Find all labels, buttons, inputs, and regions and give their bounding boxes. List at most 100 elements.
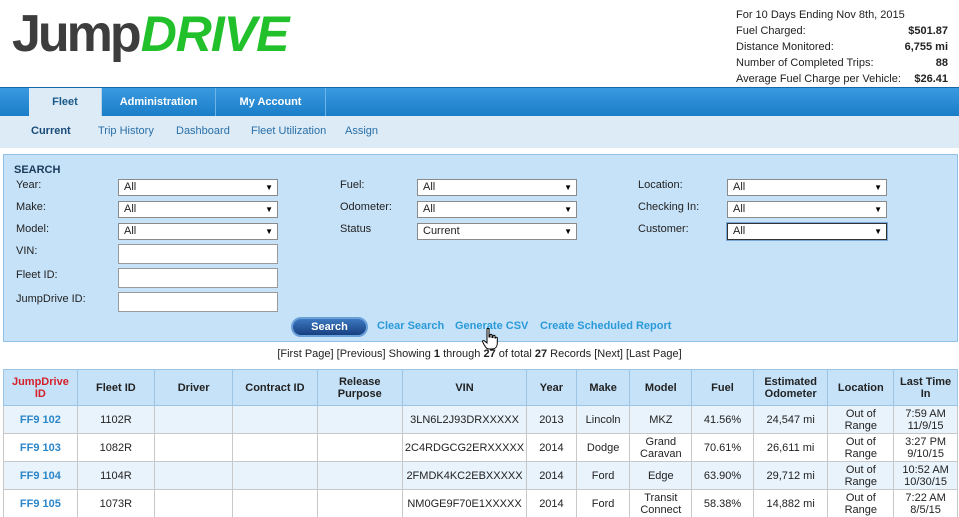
location-select-value: All: [733, 181, 746, 193]
fuel-select[interactable]: All ▼: [417, 179, 577, 196]
location-label: Location:: [638, 179, 683, 191]
column-header[interactable]: Contract ID: [232, 369, 318, 406]
logo-text-drive: DRIVE: [140, 6, 290, 62]
jumpdrive-id-input[interactable]: [118, 292, 278, 312]
table-row[interactable]: FF9 102 1102R 3LN6L2J93DRXXXXX 2013 Linc…: [3, 405, 958, 434]
checking-in-select[interactable]: All ▼: [727, 201, 887, 218]
vin-cell: 2FMDK4KC2EBXXXXX: [401, 461, 528, 490]
location-cell: Out of Range: [827, 405, 895, 434]
year-select[interactable]: All ▼: [118, 179, 278, 196]
jumpdrive-id-link[interactable]: FF9 102: [3, 405, 78, 434]
release-purpose-cell: [316, 433, 403, 462]
column-header[interactable]: Make: [575, 369, 631, 406]
fleet-id-input[interactable]: [118, 268, 278, 288]
jumpdrive-id-link[interactable]: FF9 103: [3, 433, 78, 462]
contract-id-cell: [232, 405, 318, 434]
clear-search-link[interactable]: Clear Search: [377, 320, 444, 332]
last-time: 10:52 AM: [902, 463, 949, 476]
vin-cell: 3LN6L2J93DRXXXXX: [401, 405, 528, 434]
last-time-in-cell: 10:52 AM 10/30/15: [893, 461, 958, 490]
last-time-in-cell: 7:22 AM 8/5/15: [893, 489, 958, 517]
tab-my-account[interactable]: My Account: [216, 88, 326, 117]
make-cell: Ford: [575, 461, 631, 490]
table-row[interactable]: FF9 103 1082R 2C4RDGCG2ERXXXXX 2014 Dodg…: [3, 433, 958, 462]
release-purpose-cell: [316, 461, 403, 490]
column-header[interactable]: Release Purpose: [316, 369, 403, 406]
table-row[interactable]: FF9 105 1073R NM0GE9F70E1XXXXX 2014 Ford…: [3, 489, 958, 517]
previous-page-link[interactable]: [Previous]: [337, 348, 386, 360]
summary-row: Number of Completed Trips: 88: [736, 55, 948, 71]
last-time: 7:22 AM: [905, 491, 946, 504]
model-select[interactable]: All ▼: [118, 223, 278, 240]
contract-id-cell: [232, 433, 318, 462]
summary-value: $26.41: [914, 73, 948, 85]
dropdown-arrow-icon: ▼: [265, 205, 273, 214]
jumpdrive-id-link[interactable]: FF9 104: [3, 461, 78, 490]
year-cell: 2014: [526, 489, 577, 517]
last-date: 8/5/15: [910, 503, 941, 516]
last-date: 11/9/15: [907, 419, 944, 432]
make-select-value: All: [124, 203, 137, 215]
customer-label: Customer:: [638, 223, 689, 235]
next-page-link[interactable]: [Next]: [594, 348, 623, 360]
pagination: [First Page] [Previous] Showing 1 throug…: [0, 348, 959, 360]
odometer-cell: 29,712 mi: [752, 461, 829, 490]
pager-showing: Showing: [388, 348, 431, 360]
vin-cell: 2C4RDGCG2ERXXXXX: [401, 433, 528, 462]
jumpdrive-logo[interactable]: Jump DRIVE: [12, 8, 289, 60]
summary-value: 88: [935, 57, 948, 69]
make-cell: Ford: [575, 489, 631, 517]
column-header[interactable]: Year: [526, 369, 577, 406]
dropdown-arrow-icon: ▼: [874, 227, 882, 236]
location-cell: Out of Range: [827, 489, 895, 517]
dropdown-arrow-icon: ▼: [564, 183, 572, 192]
logo-text-jump: Jump: [12, 5, 142, 63]
odometer-select-value: All: [423, 203, 436, 215]
table-row[interactable]: FF9 104 1104R 2FMDK4KC2EBXXXXX 2014 Ford…: [3, 461, 958, 490]
last-page-link[interactable]: [Last Page]: [626, 348, 682, 360]
jumpdrive-id-link[interactable]: FF9 105: [3, 489, 78, 517]
odometer-select[interactable]: All ▼: [417, 201, 577, 218]
summary-label: Distance Monitored:: [736, 41, 834, 53]
column-header[interactable]: JumpDrive ID: [3, 369, 78, 406]
last-time: 3:27 PM: [905, 435, 947, 448]
column-header[interactable]: Last Time In: [893, 369, 958, 406]
subtab-trip-history[interactable]: Trip History: [98, 125, 154, 137]
year-cell: 2014: [526, 461, 577, 490]
checking-in-label: Checking In:: [638, 201, 700, 213]
column-header[interactable]: Driver: [154, 369, 234, 406]
column-header[interactable]: Model: [629, 369, 693, 406]
subtab-assign[interactable]: Assign: [345, 125, 378, 137]
create-scheduled-report-link[interactable]: Create Scheduled Report: [540, 320, 671, 332]
column-header[interactable]: Fuel: [691, 369, 754, 406]
odometer-cell: 26,611 mi: [752, 433, 829, 462]
last-time: 7:59 AM: [905, 407, 946, 420]
tab-administration[interactable]: Administration: [102, 88, 216, 117]
fleet-summary: For 10 Days Ending Nov 8th, 2015 Fuel Ch…: [736, 7, 948, 87]
customer-select[interactable]: All ▼: [726, 222, 888, 241]
dropdown-arrow-icon: ▼: [874, 205, 882, 214]
location-select[interactable]: All ▼: [727, 179, 887, 196]
status-select[interactable]: Current ▼: [417, 223, 577, 240]
release-purpose-cell: [316, 489, 403, 517]
column-header[interactable]: Fleet ID: [76, 369, 156, 406]
search-button[interactable]: Search: [291, 317, 368, 337]
summary-row: Fuel Charged: $501.87: [736, 23, 948, 39]
make-select[interactable]: All ▼: [118, 201, 278, 218]
subtab-dashboard[interactable]: Dashboard: [176, 125, 230, 137]
year-cell: 2013: [526, 405, 577, 434]
vin-input[interactable]: [118, 244, 278, 264]
summary-value: 6,755 mi: [904, 41, 948, 53]
fleet-id-cell: 1082R: [76, 433, 156, 462]
tab-fleet[interactable]: Fleet: [29, 88, 102, 117]
column-header[interactable]: VIN: [401, 369, 528, 406]
first-page-link[interactable]: [First Page]: [277, 348, 333, 360]
subtab-current[interactable]: Current: [31, 125, 71, 137]
fleet-id-cell: 1102R: [76, 405, 156, 434]
location-cell: Out of Range: [827, 461, 895, 490]
column-header[interactable]: Estimated Odometer: [752, 369, 829, 406]
dropdown-arrow-icon: ▼: [265, 227, 273, 236]
subtab-fleet-utilization[interactable]: Fleet Utilization: [251, 125, 326, 137]
summary-period: For 10 Days Ending Nov 8th, 2015: [736, 9, 905, 21]
column-header[interactable]: Location: [827, 369, 895, 406]
